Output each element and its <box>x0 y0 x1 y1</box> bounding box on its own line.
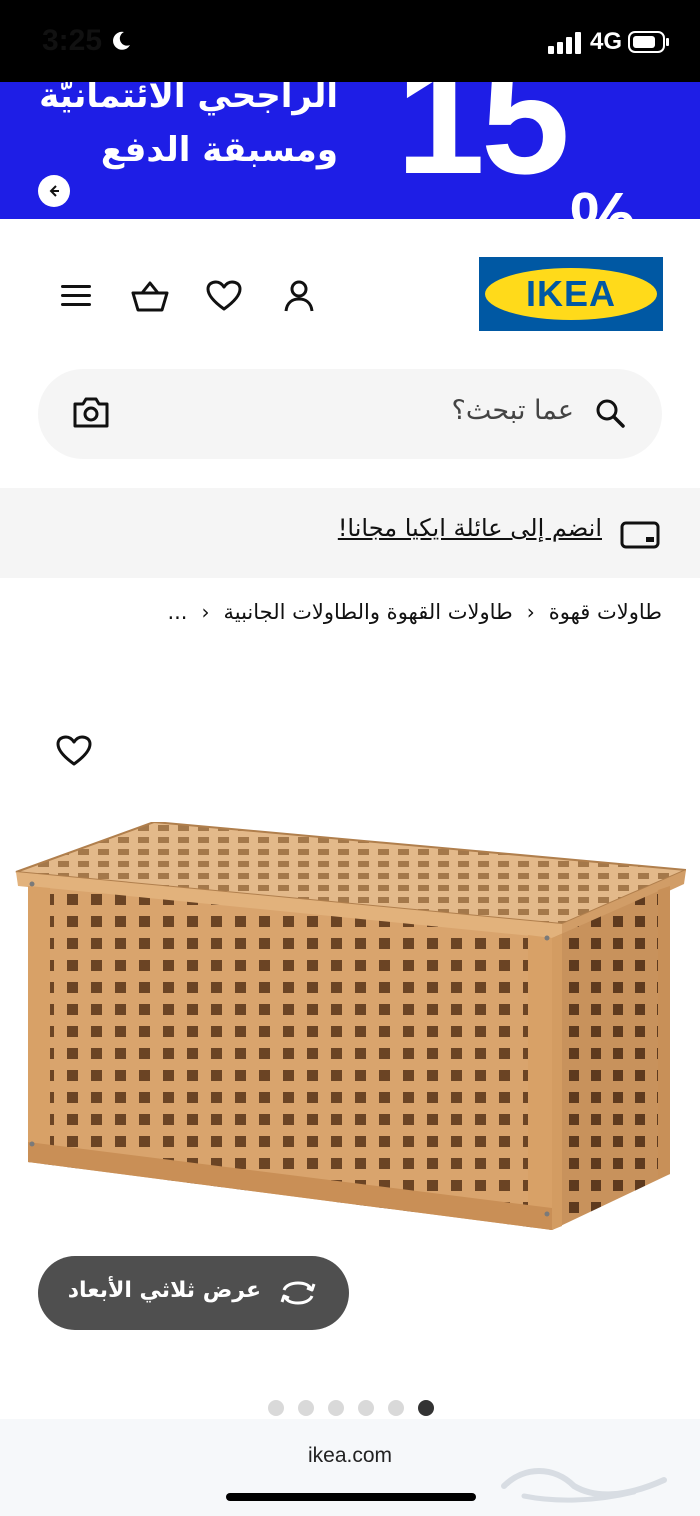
carousel-dot[interactable] <box>328 1400 344 1416</box>
basket-icon[interactable] <box>128 276 172 316</box>
search-bar[interactable]: عما تبحث؟ <box>38 369 662 459</box>
battery-icon <box>628 30 670 54</box>
breadcrumb-ellipsis[interactable]: ... <box>167 600 187 624</box>
breadcrumb: طاولات قهوة ‹ طاولات القهوة والطاولات ال… <box>167 600 662 624</box>
moon-icon <box>110 30 132 52</box>
carousel-dot[interactable] <box>358 1400 374 1416</box>
chevron-left-icon: ‹ <box>526 600 535 624</box>
product-image[interactable] <box>14 820 687 1242</box>
promo-discount: 15 <box>396 82 570 207</box>
breadcrumb-item-parent[interactable]: طاولات القهوة والطاولات الجانبية <box>223 600 512 624</box>
logo-oval: IKEA <box>485 268 657 320</box>
promo-arrow-button[interactable] <box>38 175 70 207</box>
rotate-3d-icon <box>278 1280 318 1306</box>
promo-line-2: ومسبقة الدفع <box>100 130 338 170</box>
promo-percent: % <box>570 177 636 220</box>
search-input[interactable]: عما تبحث؟ <box>452 395 574 426</box>
network-type: 4G <box>590 28 623 55</box>
family-banner: انضم إلى عائلة ايكيا مجانا! <box>0 488 700 578</box>
chevron-left-icon: ‹ <box>201 600 210 624</box>
favourite-heart-icon[interactable] <box>56 735 94 771</box>
carousel-dot[interactable] <box>388 1400 404 1416</box>
home-indicator <box>226 1493 476 1501</box>
search-icon[interactable] <box>594 397 626 429</box>
view-3d-button[interactable]: عرض ثلاثي الأبعاد <box>38 1256 349 1330</box>
breadcrumb-item-current[interactable]: طاولات قهوة <box>549 600 662 624</box>
join-family-link[interactable]: انضم إلى عائلة ايكيا مجانا! <box>338 514 602 542</box>
watermark-logo <box>494 1456 674 1506</box>
promo-banner[interactable]: الراجحي الائتمانيّة ومسبقة الدفع 15 % <box>0 82 700 219</box>
menu-icon[interactable] <box>56 276 96 316</box>
heart-icon[interactable] <box>204 276 244 316</box>
card-icon <box>620 520 660 550</box>
carousel-dot-active[interactable] <box>418 1400 434 1416</box>
camera-icon[interactable] <box>72 395 110 431</box>
logo-text: IKEA <box>525 273 616 314</box>
arrow-left-icon <box>49 185 59 197</box>
carousel-dot[interactable] <box>298 1400 314 1416</box>
view-3d-label: عرض ثلاثي الأبعاد <box>67 1278 261 1303</box>
signal-icon <box>548 32 582 54</box>
user-icon[interactable] <box>279 276 319 316</box>
carousel-dot[interactable] <box>268 1400 284 1416</box>
status-time: 3:25 <box>42 24 103 57</box>
ikea-logo[interactable]: IKEA <box>479 257 663 331</box>
promo-line-1: الراجحي الائتمانيّة <box>39 82 338 116</box>
carousel-dots <box>268 1400 434 1416</box>
